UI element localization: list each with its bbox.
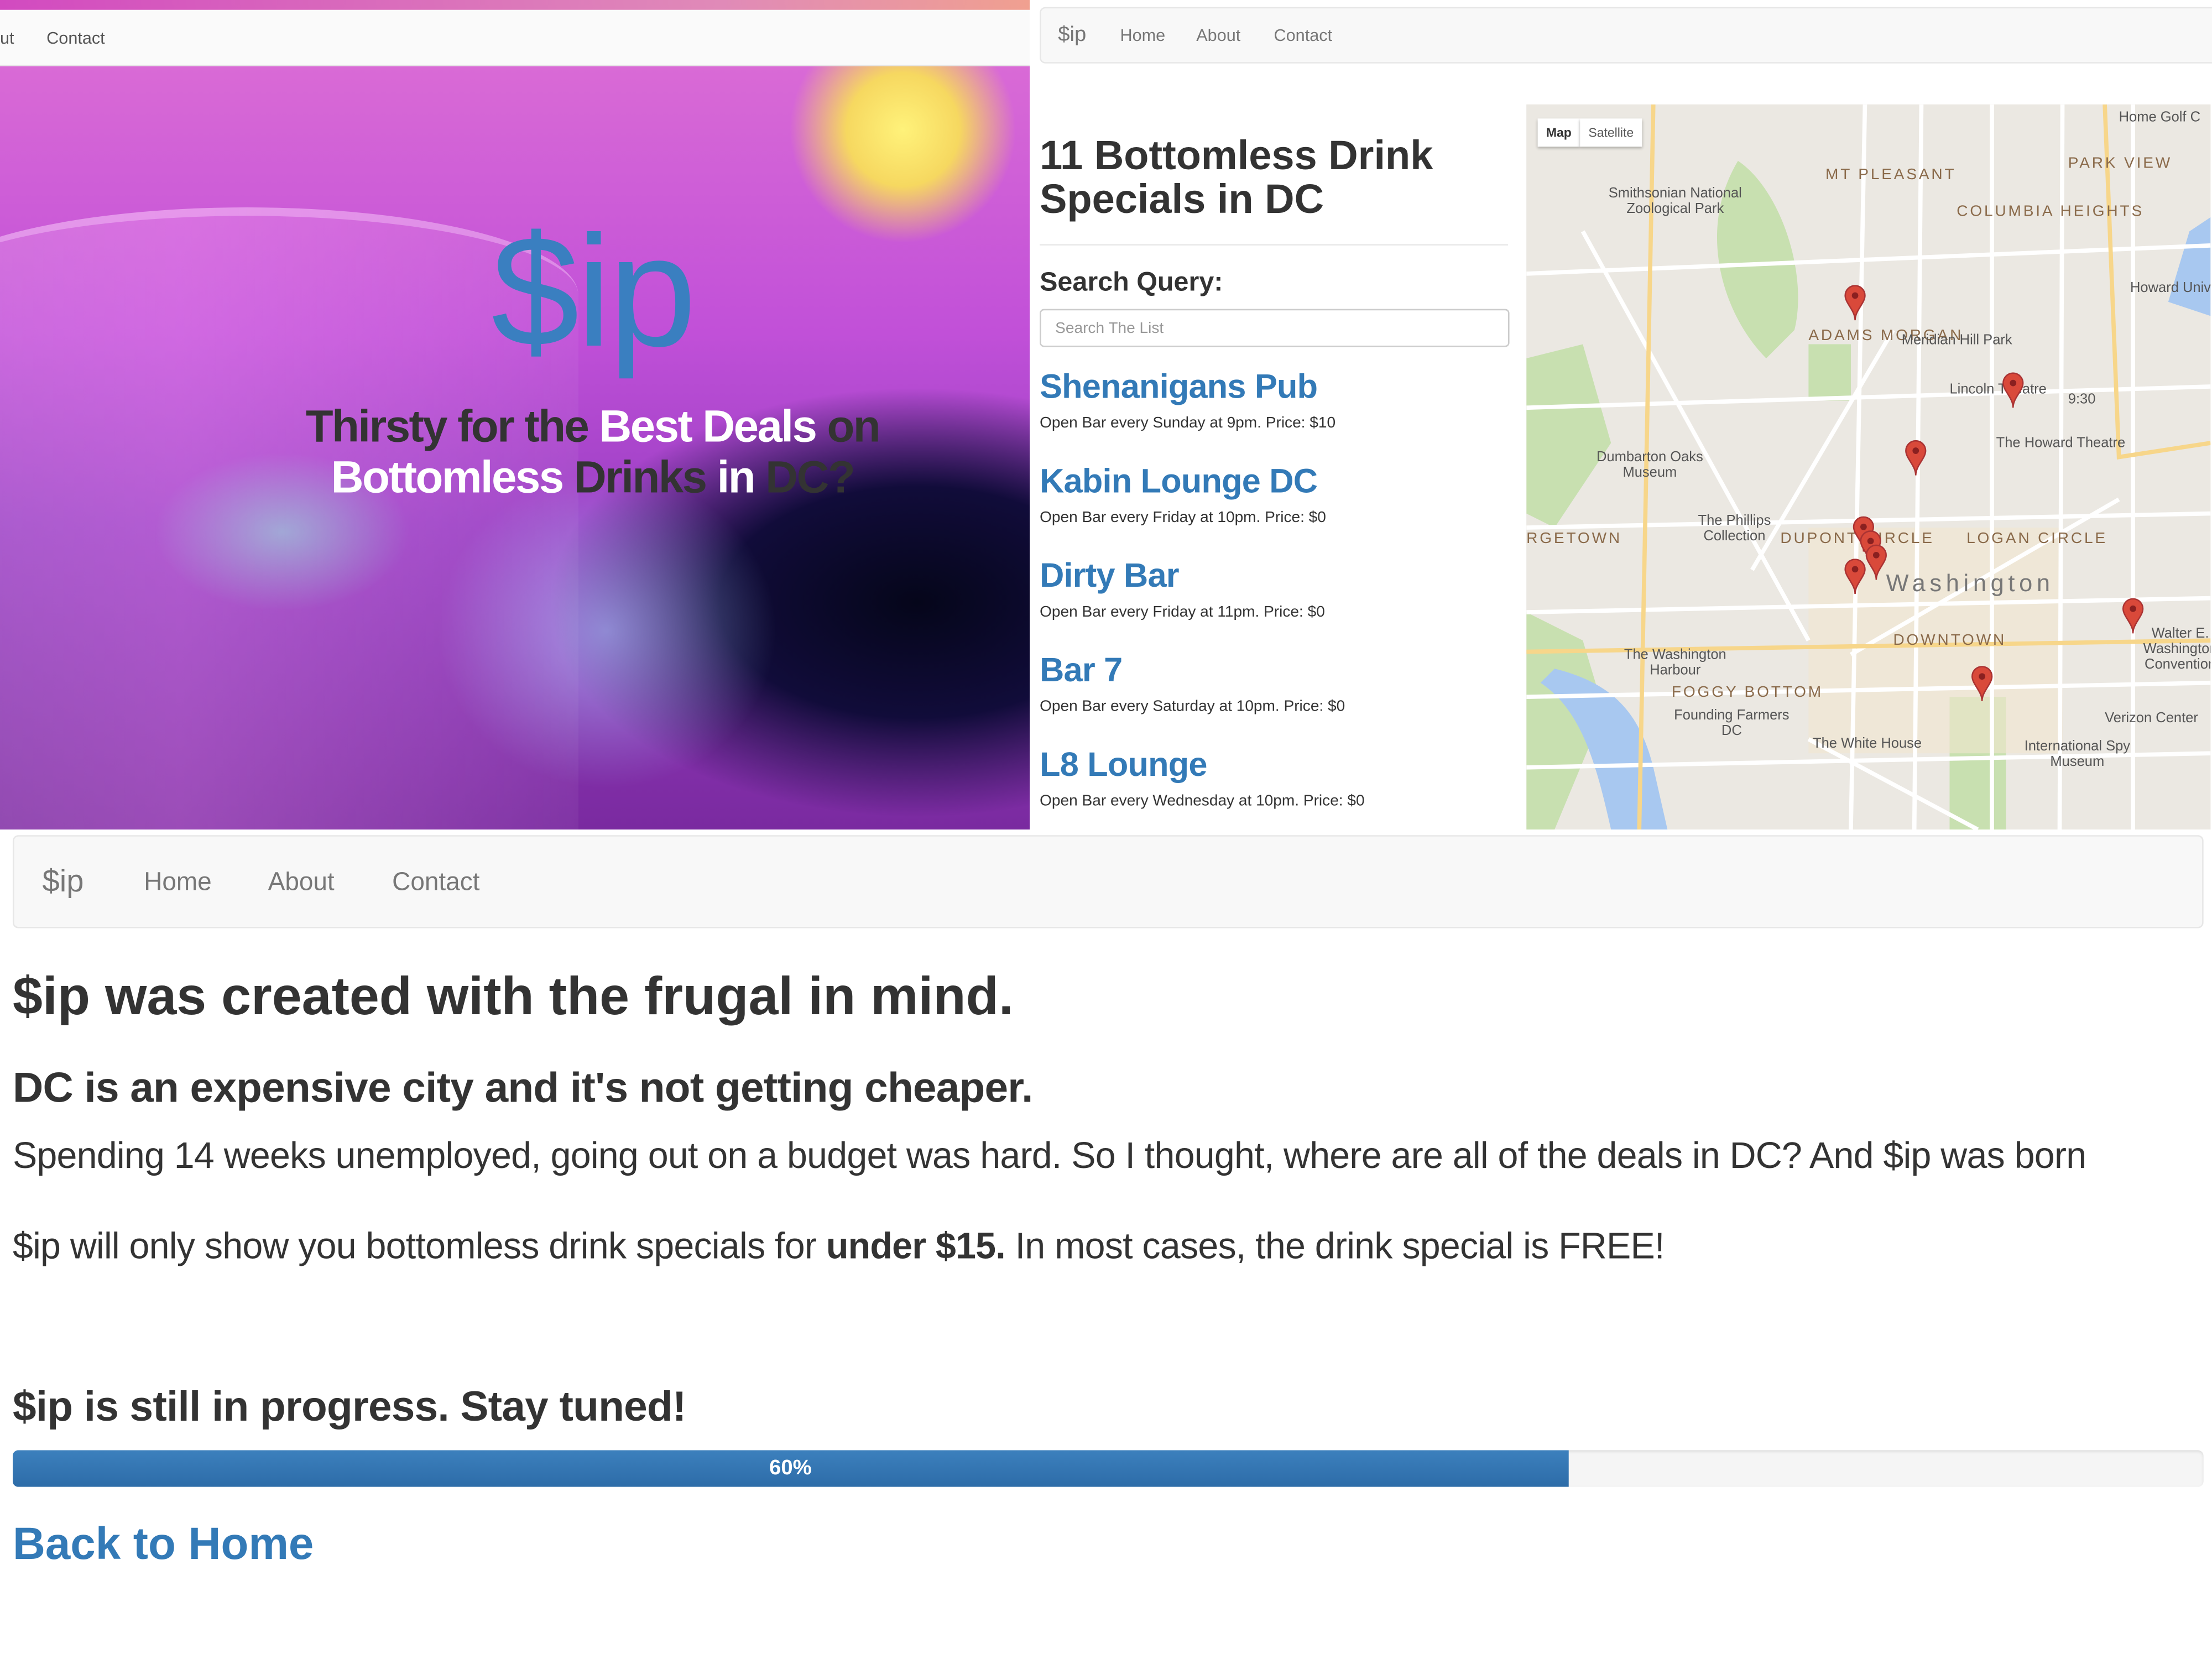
progress-fill: 60% xyxy=(12,1450,1568,1487)
map-label: Verizon Center xyxy=(2105,711,2198,727)
map-label: Dumbarton Oaks Museum xyxy=(1596,450,1703,481)
bar-name-link[interactable]: Bar 7 xyxy=(1040,652,1345,691)
tagline-segment: on xyxy=(816,400,880,452)
map-label: DOWNTOWN xyxy=(1893,632,2007,649)
nav-contact-link[interactable]: Contact xyxy=(46,28,105,48)
bar-description: Open Bar every Sunday at 9pm. Price: $10 xyxy=(1040,414,1336,432)
progress-heading: $ip is still in progress. Stay tuned! xyxy=(12,1384,686,1431)
map-pin-icon[interactable] xyxy=(1844,559,1866,594)
nav-home-link[interactable]: Home xyxy=(144,868,211,898)
emphasis: under $15. xyxy=(826,1224,1006,1267)
progress-bar: 60% xyxy=(12,1450,2204,1487)
search-label: Search Query: xyxy=(1040,268,1223,298)
divider xyxy=(1040,244,1509,246)
map-pin-icon[interactable] xyxy=(2122,598,2145,634)
home-page-panel: ut Contact $ip Thirsty for the Best Deal… xyxy=(0,0,1030,830)
about-paragraph-1: Spending 14 weeks unemployed, going out … xyxy=(12,1134,2086,1177)
tagline-segment: DC? xyxy=(765,451,855,503)
about-heading: $ip was created with the frugal in mind. xyxy=(12,967,1014,1027)
tagline-segment: Thirsty for the xyxy=(305,400,599,452)
nav-brand[interactable]: $ip xyxy=(1058,23,1086,46)
tagline-segment: Bottomless xyxy=(331,451,565,503)
nav-about-link[interactable]: ut xyxy=(0,28,14,48)
about-subheading: DC is an expensive city and it's not get… xyxy=(12,1065,1033,1112)
map-label: MT PLEASANT xyxy=(1825,166,1957,184)
map-label: PARK VIEW xyxy=(2068,155,2173,173)
bar-description: Open Bar every Friday at 11pm. Price: $0 xyxy=(1040,603,1325,621)
map-label: International Spy Museum xyxy=(2024,739,2131,770)
bar-description: Open Bar every Wednesday at 10pm. Price:… xyxy=(1040,792,1365,810)
map-view-button[interactable]: Map xyxy=(1537,118,1580,147)
tagline-segment: Drinks xyxy=(562,451,707,503)
map-label: 9:30 xyxy=(2068,392,2096,408)
map-label: Smithsonian National Zoological Park xyxy=(1608,186,1742,217)
map-pin-icon[interactable] xyxy=(1844,285,1866,321)
screenshot-collage: ut Contact $ip Thirsty for the Best Deal… xyxy=(0,0,2212,1659)
satellite-view-button[interactable]: Satellite xyxy=(1580,118,1642,147)
nav-about-link[interactable]: About xyxy=(268,868,335,898)
map-pin-icon[interactable] xyxy=(2002,372,2025,408)
navbar: $ip Home About Contact xyxy=(1040,7,2212,64)
map-label: The White House xyxy=(1813,736,1922,752)
bar-name-link[interactable]: Shenanigans Pub xyxy=(1040,368,1335,408)
map[interactable]: Map Satellite Smithsonian National Zoolo… xyxy=(1526,104,2211,830)
title-line-2: Specials in DC xyxy=(1040,178,1324,223)
list-item: L8 Lounge Open Bar every Wednesday at 10p… xyxy=(1040,746,1365,810)
nav-about-link[interactable]: About xyxy=(1196,25,1240,45)
list-page-panel: $ip Home About Contact 11 Bottomless Dri… xyxy=(1030,0,2212,830)
map-label: Meridian Hill Park xyxy=(1901,333,2012,349)
hero-image: $ip Thirsty for the Best Deals on Bottom… xyxy=(0,66,1030,830)
list-item: Bar 7 Open Bar every Saturday at 10pm. Pr… xyxy=(1040,652,1345,716)
bar-name-link[interactable]: Dirty Bar xyxy=(1040,557,1325,597)
map-label: Howard University xyxy=(2130,280,2211,296)
list-item: Kabin Lounge DC Open Bar every Friday at … xyxy=(1040,463,1326,526)
map-label: RGETOWN xyxy=(1526,530,1623,547)
nav-contact-link[interactable]: Contact xyxy=(1274,25,1333,45)
top-strip xyxy=(0,0,1030,10)
hero-logo: $ip xyxy=(491,203,696,380)
tagline-segment: Best Deals xyxy=(599,400,817,452)
map-label: FOGGY BOTTOM xyxy=(1671,684,1824,701)
page-title: 11 Bottomless Drink Specials in DC xyxy=(1040,135,1433,223)
nav-contact-link[interactable]: Contact xyxy=(392,868,479,898)
text: $ip will only show you bottomless drink … xyxy=(12,1224,826,1267)
map-label: Founding Farmers DC xyxy=(1674,708,1790,739)
map-label: COLUMBIA HEIGHTS xyxy=(1957,203,2145,220)
bar-name-link[interactable]: Kabin Lounge DC xyxy=(1040,463,1326,502)
map-label: The Washington Harbour xyxy=(1624,647,1726,679)
nav-home-link[interactable]: Home xyxy=(1120,25,1165,45)
search-input[interactable] xyxy=(1040,309,1510,347)
about-paragraph-2: $ip will only show you bottomless drink … xyxy=(13,1224,1665,1268)
text: In most cases, the drink special is FREE… xyxy=(1005,1224,1665,1267)
map-label: Home Golf C xyxy=(2119,109,2201,126)
map-pin-icon[interactable] xyxy=(1865,544,1887,580)
map-label: Lincoln Theatre xyxy=(1949,382,2047,398)
nav-brand[interactable]: $ip xyxy=(43,863,84,900)
tagline-line-1: Thirsty for the Best Deals on xyxy=(0,400,1030,451)
navbar: ut Contact xyxy=(0,9,1030,66)
title-line-1: 11 Bottomless Drink xyxy=(1040,134,1433,179)
bar-description: Open Bar every Friday at 10pm. Price: $0 xyxy=(1040,509,1326,526)
tagline-segment: in xyxy=(706,451,766,503)
bar-name-link[interactable]: L8 Lounge xyxy=(1040,746,1365,785)
tagline-line-2: Bottomless Drinks in DC? xyxy=(0,451,1030,502)
map-pin-icon[interactable] xyxy=(1905,440,1927,476)
list-item: Dirty Bar Open Bar every Friday at 11pm. … xyxy=(1040,557,1325,621)
map-label: LOGAN CIRCLE xyxy=(1966,530,2107,547)
back-to-home-link[interactable]: Back to Home xyxy=(13,1518,314,1570)
map-label: The Howard Theatre xyxy=(1996,436,2126,452)
navbar: $ip Home About Contact xyxy=(12,835,2204,928)
map-pin-icon[interactable] xyxy=(1971,666,1994,701)
bar-description: Open Bar every Saturday at 10pm. Price: … xyxy=(1040,698,1345,716)
map-label: Washington xyxy=(1886,570,2054,597)
list-item: Shenanigans Pub Open Bar every Sunday at … xyxy=(1040,368,1335,432)
